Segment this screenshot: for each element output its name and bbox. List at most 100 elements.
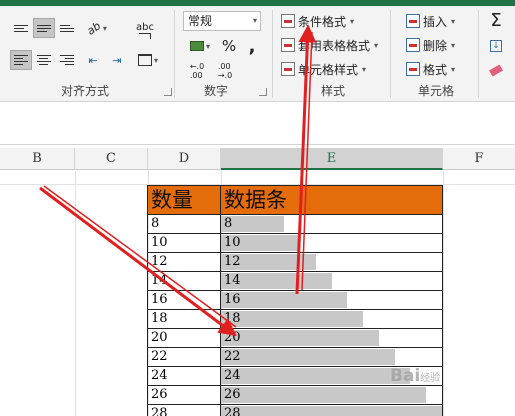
databar-cell[interactable]: 14 — [221, 272, 443, 291]
databar-value: 14 — [224, 273, 241, 288]
format-as-table-button[interactable]: 套用表格格式 ▾ — [281, 35, 378, 55]
alignment-launcher[interactable] — [164, 88, 172, 96]
databar-cell[interactable]: 12 — [221, 253, 443, 272]
percent-style-button[interactable]: % — [219, 36, 239, 56]
chevron-down-icon: ▾ — [362, 64, 367, 74]
increase-decimal-button[interactable]: ←.0 .00 — [184, 61, 210, 81]
chevron-down-icon: ▾ — [350, 16, 355, 26]
clear-button[interactable] — [486, 60, 506, 80]
decrease-indent-icon: ⇤ — [88, 53, 98, 67]
databar-cell[interactable]: 18 — [221, 310, 443, 329]
accounting-format-button[interactable]: ▾ — [184, 36, 216, 56]
databar-cell[interactable]: 26 — [221, 386, 443, 405]
column-header-b[interactable]: B — [0, 148, 75, 170]
table-row: 22 22 — [147, 348, 443, 367]
format-icon — [406, 62, 420, 76]
format-cells-button[interactable]: 格式 ▾ — [406, 59, 455, 79]
separator — [174, 10, 175, 98]
align-bottom-button[interactable] — [56, 18, 78, 38]
table-row: 88 — [147, 215, 443, 234]
conditional-format-icon — [281, 14, 295, 28]
gridline — [75, 171, 76, 416]
quantity-cell[interactable]: 28 — [147, 405, 221, 416]
fill-button[interactable]: ↓ — [486, 36, 506, 56]
decrease-indent-button[interactable]: ⇤ — [82, 50, 104, 70]
cell-styles-button[interactable]: 单元格样式 ▾ — [281, 59, 366, 79]
quantity-cell[interactable]: 8 — [147, 215, 221, 234]
align-left-button[interactable] — [10, 50, 32, 70]
table-row: 14 14 — [147, 272, 443, 291]
styles-group-label: 样式 — [320, 84, 345, 98]
column-header-c[interactable]: C — [75, 148, 148, 170]
column-header-d[interactable]: D — [148, 148, 221, 170]
column-headers: B C D E F — [0, 148, 515, 170]
databar-cell[interactable]: 22 — [221, 348, 443, 367]
databar-value: 12 — [224, 254, 241, 269]
sum-icon: Σ — [490, 9, 502, 31]
delete-icon — [406, 38, 420, 52]
chevron-down-icon: ▾ — [252, 16, 257, 25]
autosum-button[interactable]: Σ — [486, 9, 506, 31]
chevron-down-icon: ▾ — [451, 64, 456, 74]
merge-center-button[interactable]: ▾ — [132, 50, 164, 70]
decrease-decimal-button[interactable]: .00 →.0 — [212, 61, 238, 81]
eraser-icon — [489, 63, 503, 77]
quantity-cell[interactable]: 16 — [147, 291, 221, 310]
quantity-cell[interactable]: 12 — [147, 253, 221, 272]
quantity-cell[interactable]: 20 — [147, 329, 221, 348]
data-bar — [221, 349, 395, 365]
table-row: 28 28 — [147, 405, 443, 416]
insert-cells-button[interactable]: 插入 ▾ — [406, 11, 455, 31]
table-row: 12 12 — [147, 253, 443, 272]
comma-icon: , — [248, 35, 256, 57]
databar-value: 22 — [224, 349, 241, 364]
databar-cell[interactable]: 8 — [221, 215, 443, 234]
databar-cell[interactable]: 20 — [221, 329, 443, 348]
chevron-down-icon: ▾ — [451, 16, 456, 26]
table-header-row: 数量 数据条 — [147, 185, 443, 215]
databar-value: 10 — [224, 235, 241, 250]
quantity-cell[interactable]: 14 — [147, 272, 221, 291]
delete-cells-button[interactable]: 删除 ▾ — [406, 35, 455, 55]
ribbon: ab ▾ abc ⇤ ⇥ ▾ 对齐方式 常规 ▾ ▾ % , ←.0 .00 .0… — [0, 6, 515, 102]
number-format-select[interactable]: 常规 ▾ — [183, 11, 261, 31]
quantity-cell[interactable]: 22 — [147, 348, 221, 367]
chevron-down-icon: ▾ — [374, 40, 379, 50]
conditional-formatting-button[interactable]: 条件格式 ▾ — [281, 11, 354, 31]
orientation-button[interactable]: ab ▾ — [82, 18, 112, 38]
align-center-button[interactable] — [33, 50, 55, 70]
databar-value: 8 — [224, 216, 233, 231]
table-row: 26 26 — [147, 386, 443, 405]
separator — [390, 10, 391, 98]
databar-cell[interactable]: 28 — [221, 405, 443, 416]
header-cell-databar[interactable]: 数据条 — [221, 185, 443, 215]
quantity-cell[interactable]: 26 — [147, 386, 221, 405]
align-middle-button[interactable] — [33, 18, 55, 38]
quantity-cell[interactable]: 18 — [147, 310, 221, 329]
number-launcher[interactable] — [259, 88, 267, 96]
table-row: 10 10 — [147, 234, 443, 253]
increase-decimal-icon: ←.0 .00 — [189, 62, 205, 80]
databar-value: 18 — [224, 311, 241, 326]
increase-indent-icon: ⇥ — [112, 53, 122, 67]
table-row: 18 18 — [147, 310, 443, 329]
column-header-f[interactable]: F — [443, 148, 515, 170]
decrease-decimal-icon: .00 →.0 — [217, 62, 233, 80]
wrap-text-button[interactable]: abc — [132, 16, 158, 44]
align-top-button[interactable] — [10, 18, 32, 38]
cell-styles-icon — [281, 62, 295, 76]
align-right-button[interactable] — [56, 50, 78, 70]
increase-indent-button[interactable]: ⇥ — [106, 50, 128, 70]
comma-style-button[interactable]: , — [242, 35, 262, 57]
quantity-cell[interactable]: 24 — [147, 367, 221, 386]
column-header-e[interactable]: E — [221, 148, 443, 170]
alignment-group-label: 对齐方式 — [60, 84, 109, 98]
databar-cell[interactable]: 10 — [221, 234, 443, 253]
wrap-text-icon: abc — [136, 21, 154, 33]
quantity-cell[interactable]: 10 — [147, 234, 221, 253]
header-cell-quantity[interactable]: 数量 — [147, 185, 221, 215]
table-row: 16 16 — [147, 291, 443, 310]
data-bar — [221, 368, 411, 384]
number-format-value: 常规 — [188, 14, 213, 28]
databar-cell[interactable]: 16 — [221, 291, 443, 310]
